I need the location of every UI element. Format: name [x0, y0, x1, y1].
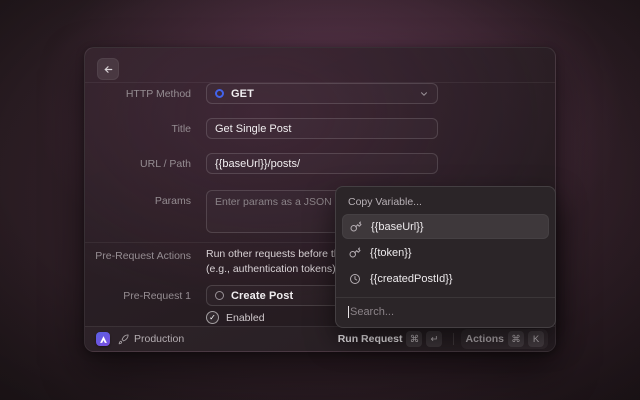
method-ring-icon: [215, 89, 224, 98]
popup-item-label: {{baseUrl}}: [371, 221, 424, 233]
environment-label: Production: [134, 333, 184, 345]
enabled-checkbox[interactable]: ✓: [206, 311, 219, 324]
text-caret: [348, 306, 349, 318]
title-label: Title: [85, 123, 191, 135]
http-method-label: HTTP Method: [85, 88, 191, 100]
params-label: Params: [85, 195, 191, 207]
popup-item-list: {{baseUrl}} {{token}} {{createdPostId}}: [336, 214, 555, 291]
popup-title: Copy Variable...: [336, 187, 555, 214]
app-logo-icon: [96, 332, 110, 346]
popup-item-baseurl[interactable]: {{baseUrl}}: [342, 214, 549, 239]
k-key-badge: K: [528, 331, 544, 347]
app-window: HTTP Method GET Title URL / Path Params …: [84, 47, 556, 352]
clock-icon: [349, 273, 361, 285]
back-button[interactable]: [97, 58, 119, 80]
footer-actions: Run Request ⌘ ↵ Actions ⌘ K: [334, 329, 548, 349]
popup-search-row: [336, 298, 555, 327]
rocket-icon: [118, 334, 129, 345]
return-key-badge: ↵: [426, 331, 442, 347]
http-method-select[interactable]: GET: [206, 83, 438, 104]
key-icon: [349, 247, 361, 259]
enabled-label: Enabled: [226, 312, 265, 324]
footer-separator: [453, 333, 454, 345]
http-method-value: GET: [231, 88, 412, 100]
title-input[interactable]: [215, 123, 429, 135]
environment-selector[interactable]: Production: [118, 333, 184, 345]
ring-icon: [215, 291, 224, 300]
enabled-row: ✓ Enabled: [206, 311, 265, 324]
pre-request-actions-label: Pre-Request Actions: [85, 250, 191, 262]
arrow-left-icon: [103, 64, 114, 75]
popup-item-label: {{token}}: [370, 247, 412, 259]
run-request-button[interactable]: Run Request ⌘ ↵: [334, 329, 447, 349]
title-field-wrap: [206, 118, 438, 139]
url-path-field-wrap: [206, 153, 438, 174]
variable-search-input[interactable]: [350, 306, 543, 318]
desktop-background: HTTP Method GET Title URL / Path Params …: [0, 0, 640, 400]
popup-item-label: {{createdPostId}}: [370, 273, 453, 285]
popup-item-token[interactable]: {{token}}: [342, 240, 549, 265]
key-icon: [350, 221, 362, 233]
popup-item-createdpostid[interactable]: {{createdPostId}}: [342, 266, 549, 291]
copy-variable-popup: Copy Variable... {{baseUrl}} {{token}}: [335, 186, 556, 328]
footer-bar: Production Run Request ⌘ ↵ Actions ⌘ K: [85, 326, 555, 351]
cmd-key-badge: ⌘: [508, 331, 524, 347]
actions-button[interactable]: Actions ⌘ K: [461, 329, 548, 349]
actions-label: Actions: [465, 333, 504, 345]
url-path-label: URL / Path: [85, 158, 191, 170]
chevron-down-icon: [419, 89, 429, 99]
cmd-key-badge: ⌘: [406, 331, 422, 347]
run-request-label: Run Request: [338, 333, 403, 345]
url-path-input[interactable]: [215, 158, 429, 170]
pre-request-1-label: Pre-Request 1: [85, 290, 191, 302]
